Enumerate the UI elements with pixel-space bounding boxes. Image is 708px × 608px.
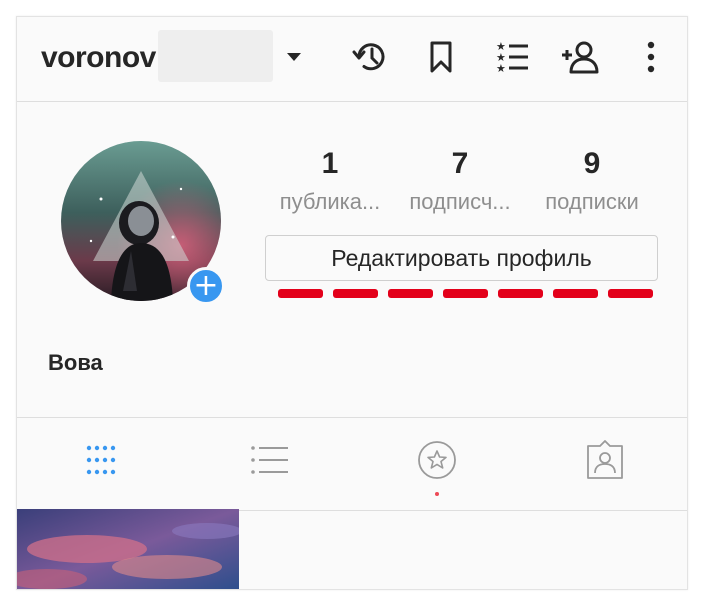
top-bar: voronov ★ ★ ★ — [17, 17, 687, 102]
avatar[interactable]: + — [61, 141, 225, 305]
annotation-dash — [333, 289, 378, 298]
history-icon[interactable] — [351, 38, 389, 76]
svg-text:★: ★ — [496, 62, 506, 75]
chevron-down-icon[interactable] — [287, 53, 301, 62]
stat-following-count: 9 — [583, 147, 601, 180]
bookmark-icon[interactable] — [422, 38, 460, 76]
username[interactable]: voronov — [41, 41, 156, 75]
more-icon[interactable] — [637, 38, 665, 76]
edit-profile-button[interactable]: Редактировать профиль — [265, 235, 658, 281]
annotation-dash — [388, 289, 433, 298]
stat-following-label: подписки — [545, 189, 639, 214]
stat-posts-label: публика... — [279, 189, 381, 214]
grid-icon[interactable] — [83, 440, 123, 480]
stat-followers-count: 7 — [451, 147, 469, 180]
annotation-dash — [278, 289, 323, 298]
profile-tabs — [17, 417, 687, 511]
add-user-icon[interactable] — [561, 38, 599, 76]
stat-followers-label: подписч... — [409, 189, 511, 214]
annotation-dash — [498, 289, 543, 298]
profile-screen: voronov ★ ★ ★ + 1 публика... 7 подписч..… — [16, 16, 688, 590]
annotation-dash — [553, 289, 598, 298]
display-name: Вова — [48, 350, 103, 375]
post-thumbnail[interactable] — [17, 509, 239, 589]
add-story-button[interactable]: + — [187, 267, 225, 305]
annotation-dash — [443, 289, 488, 298]
stat-posts-count: 1 — [321, 147, 339, 180]
list-icon[interactable] — [250, 440, 290, 480]
tagged-icon[interactable] — [585, 440, 625, 480]
annotation-dash — [608, 289, 653, 298]
activity-dot — [435, 492, 439, 496]
star-list-icon[interactable]: ★ ★ ★ — [493, 38, 531, 76]
star-icon[interactable] — [417, 440, 457, 480]
username-redacted — [158, 30, 273, 82]
